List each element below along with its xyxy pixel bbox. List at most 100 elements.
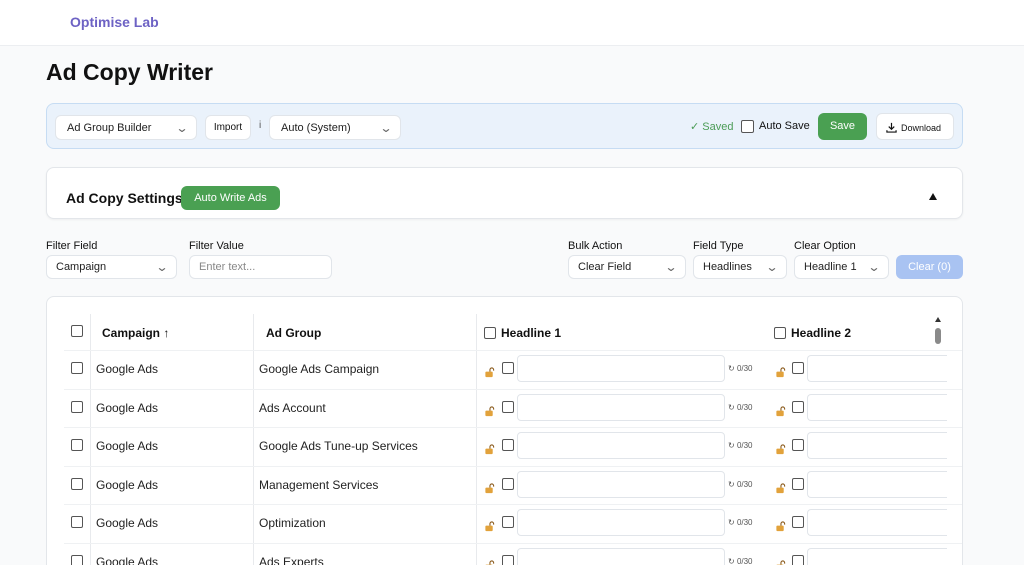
lock-open-icon[interactable] xyxy=(484,404,495,416)
headline-2-input[interactable] xyxy=(807,548,947,565)
save-button[interactable]: Save xyxy=(818,113,867,140)
lock-open-icon[interactable] xyxy=(775,442,786,455)
headline-2-input[interactable] xyxy=(807,470,947,498)
row-checkbox[interactable] xyxy=(71,362,83,374)
lock-open-icon[interactable] xyxy=(484,365,495,378)
headline-2-checkbox[interactable] xyxy=(792,555,804,565)
sort-ascending-icon: ↑ xyxy=(163,326,170,340)
column-header-ad-group[interactable]: Ad Group xyxy=(266,326,321,340)
headline-1-input[interactable] xyxy=(517,432,725,460)
lock-open-icon[interactable] xyxy=(775,519,786,532)
row-checkbox[interactable] xyxy=(71,439,83,452)
filter-field-select[interactable]: Campaign ⌄ xyxy=(46,255,177,279)
row-divider xyxy=(64,543,962,544)
ad-group-cell: Ads Experts xyxy=(259,555,324,565)
scroll-up-icon[interactable] xyxy=(935,317,941,322)
triangle-up-icon[interactable] xyxy=(929,193,937,200)
filter-field-value: Campaign xyxy=(56,261,107,273)
clear-option-label: Clear Option xyxy=(794,240,856,252)
headline-1-checkbox[interactable] xyxy=(502,516,514,529)
chevron-down-icon: ⌄ xyxy=(664,260,678,274)
chevron-down-icon: ⌄ xyxy=(379,121,393,135)
headline-2-input[interactable] xyxy=(807,393,947,421)
headline-1-checkbox[interactable] xyxy=(502,555,514,565)
column-divider xyxy=(476,314,477,565)
auto-write-ads-button[interactable]: Auto Write Ads xyxy=(181,186,280,210)
row-divider xyxy=(64,427,962,429)
refresh-icon[interactable]: ↻ xyxy=(728,518,735,527)
lock-open-icon[interactable] xyxy=(775,404,786,416)
mode-select-value: Auto (System) xyxy=(281,122,351,134)
lock-open-icon[interactable] xyxy=(484,558,495,565)
headline-1-checkbox[interactable] xyxy=(502,439,514,452)
bulk-action-select[interactable]: Clear Field ⌄ xyxy=(568,255,686,279)
headline-2-input[interactable] xyxy=(807,509,947,537)
lock-open-icon[interactable] xyxy=(484,481,495,493)
download-button[interactable]: Download xyxy=(876,113,954,140)
lock-open-icon[interactable] xyxy=(775,558,786,565)
filter-value-input[interactable]: Enter text... xyxy=(189,255,332,279)
row-checkbox[interactable] xyxy=(71,477,83,490)
refresh-icon[interactable]: ↻ xyxy=(728,480,735,489)
lock-open-icon[interactable] xyxy=(484,442,495,455)
lock-open-icon[interactable] xyxy=(484,519,495,532)
column-header-campaign[interactable]: Campaign ↑ xyxy=(102,326,169,340)
column-divider xyxy=(253,314,254,565)
headline-1-input[interactable] xyxy=(517,509,725,537)
headline-1-counter: ↻ 0/30 xyxy=(728,403,753,412)
headline-1-counter: ↻ 0/30 xyxy=(728,557,753,565)
builder-select[interactable]: Ad Group Builder ⌄ xyxy=(55,115,197,140)
auto-save-checkbox[interactable] xyxy=(741,120,754,133)
refresh-icon[interactable]: ↻ xyxy=(728,557,735,565)
row-checkbox[interactable] xyxy=(71,555,83,565)
settings-title: Ad Copy Settings xyxy=(66,190,183,206)
headline-2-checkbox[interactable] xyxy=(792,516,804,529)
column-header-headline-1[interactable]: Headline 1 xyxy=(501,326,561,340)
headline-2-checkbox[interactable] xyxy=(792,477,804,490)
select-all-checkbox[interactable] xyxy=(71,325,83,337)
clear-button[interactable]: Clear (0) xyxy=(896,255,963,279)
field-type-select[interactable]: Headlines ⌄ xyxy=(693,255,787,279)
headline-1-checkbox[interactable] xyxy=(502,362,514,374)
campaign-cell: Google Ads xyxy=(96,555,159,565)
headline-2-input[interactable] xyxy=(807,355,947,382)
headline-1-counter: ↻ 0/30 xyxy=(728,441,753,450)
info-icon[interactable]: i xyxy=(259,120,261,131)
row-checkbox[interactable] xyxy=(71,400,83,413)
import-button[interactable]: Import xyxy=(205,115,251,140)
headline-2-checkbox[interactable] xyxy=(792,362,804,374)
headline-2-input[interactable] xyxy=(807,432,947,460)
ad-group-cell: Google Ads Campaign xyxy=(259,362,380,376)
headline-1-input[interactable] xyxy=(517,548,725,565)
row-checkbox[interactable] xyxy=(71,516,83,529)
refresh-icon[interactable]: ↻ xyxy=(728,364,735,373)
lock-open-icon[interactable] xyxy=(775,365,786,378)
headline-1-counter: ↻ 0/30 xyxy=(728,480,753,489)
headline-2-checkbox[interactable] xyxy=(792,400,804,413)
chevron-down-icon: ⌄ xyxy=(155,260,169,274)
refresh-icon[interactable]: ↻ xyxy=(728,441,735,450)
column-header-headline-2[interactable]: Headline 2 xyxy=(791,326,851,340)
headline-1-checkbox[interactable] xyxy=(502,477,514,490)
headline-2-checkbox[interactable] xyxy=(792,439,804,452)
refresh-icon[interactable]: ↻ xyxy=(728,403,735,412)
campaign-header-label: Campaign xyxy=(102,326,161,340)
headline-2-column-checkbox[interactable] xyxy=(774,327,786,339)
headline-1-counter: ↻ 0/30 xyxy=(728,364,753,373)
filter-field-label: Filter Field xyxy=(46,240,98,252)
headline-1-input[interactable] xyxy=(517,470,725,498)
headline-1-checkbox[interactable] xyxy=(502,400,514,413)
vertical-scrollbar[interactable] xyxy=(935,328,941,344)
lock-open-icon[interactable] xyxy=(775,481,786,493)
chevron-down-icon: ⌄ xyxy=(175,121,189,135)
ad-group-cell: Google Ads Tune-up Services xyxy=(259,439,418,454)
page-title: Ad Copy Writer xyxy=(46,59,213,85)
mode-select[interactable]: Auto (System) ⌄ xyxy=(269,115,401,140)
clear-option-select[interactable]: Headline 1 ⌄ xyxy=(794,255,889,279)
headline-1-count: 0/30 xyxy=(736,441,753,451)
headline-1-input[interactable] xyxy=(517,393,725,421)
headline-1-input[interactable] xyxy=(517,355,725,382)
headline-1-column-checkbox[interactable] xyxy=(484,327,496,339)
campaign-cell: Google Ads xyxy=(96,516,159,531)
brand-logo[interactable]: Optimise Lab xyxy=(70,14,159,30)
